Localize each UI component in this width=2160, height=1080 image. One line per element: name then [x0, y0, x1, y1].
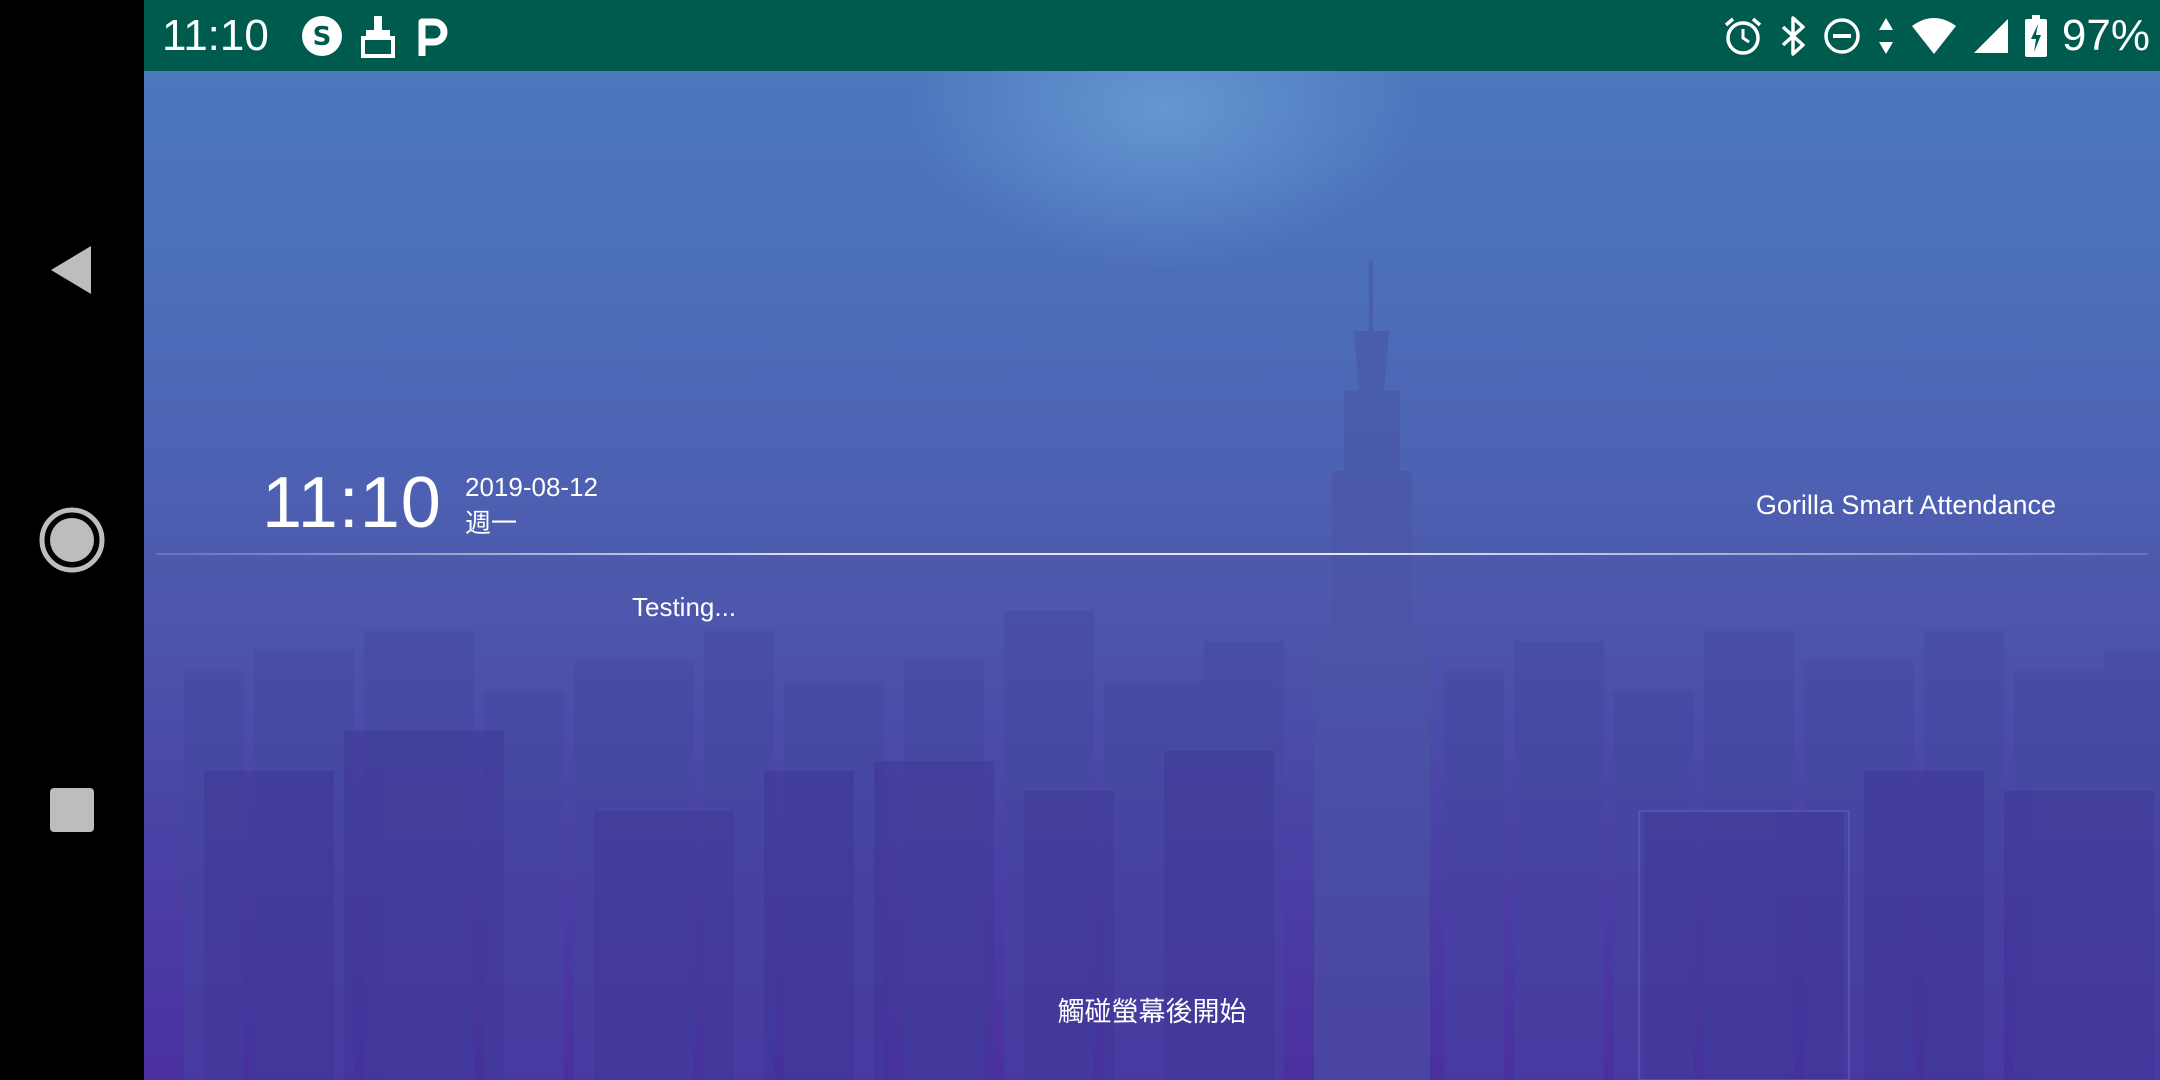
- data-arrows-icon: [1878, 18, 1893, 54]
- system-icons: 97%: [1722, 10, 2150, 62]
- back-icon: [51, 246, 91, 294]
- cleaner-icon: [361, 16, 395, 58]
- divider: [156, 553, 2148, 555]
- touch-to-start-hint: 觸碰螢幕後開始: [1057, 997, 1247, 1028]
- attendance-screen[interactable]: 11:10 2019-08-12 週一 Gorilla Smart Attend…: [144, 71, 2160, 1080]
- recents-icon: [50, 788, 94, 832]
- s-circle-icon: S: [302, 16, 342, 56]
- alarm-icon: [1724, 17, 1762, 55]
- do-not-disturb-icon: [1824, 18, 1860, 54]
- parking-icon: [418, 18, 448, 56]
- city-skyline-background: [144, 261, 2160, 1080]
- brand-name: Gorilla Smart Attendance: [1755, 490, 2056, 520]
- clock-weekday: 週一: [465, 509, 518, 539]
- home-button[interactable]: [0, 460, 144, 620]
- status-bar: 11:10 S 97%: [144, 0, 2160, 71]
- cell-signal-icon: [1973, 19, 2008, 53]
- status-message: Testing...: [632, 592, 737, 622]
- clock-time: 11:10: [262, 463, 442, 543]
- status-time: 11:10: [162, 11, 269, 60]
- clock-date: 2019-08-12: [465, 472, 598, 502]
- wifi-icon: [1911, 18, 1956, 54]
- back-button[interactable]: [0, 190, 144, 350]
- recents-button[interactable]: [0, 730, 144, 890]
- navigation-bar: [0, 0, 144, 1080]
- notification-icons: S: [300, 12, 452, 60]
- battery-percentage: 97%: [2061, 11, 2150, 60]
- bluetooth-icon: [1781, 16, 1805, 56]
- home-icon: [39, 507, 105, 573]
- svg-text:S: S: [313, 22, 332, 52]
- battery-charging-icon: [2024, 15, 2047, 57]
